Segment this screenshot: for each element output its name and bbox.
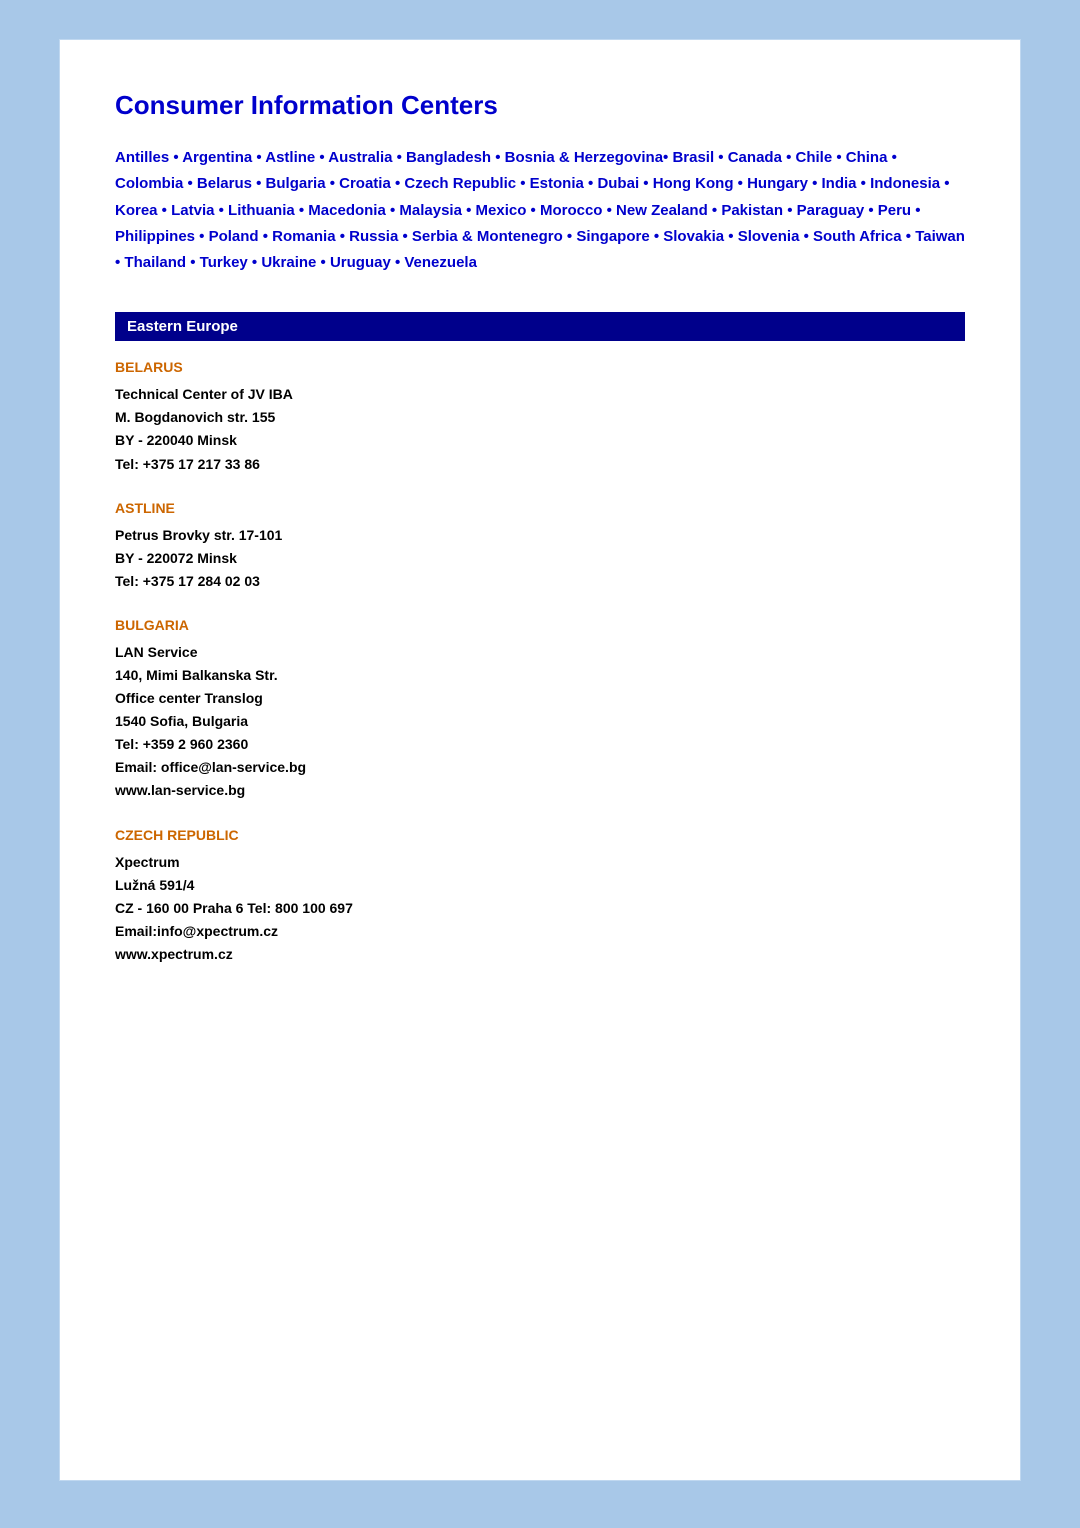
- country-info-belarus: Technical Center of JV IBAM. Bogdanovich…: [115, 383, 965, 475]
- country-info-czech-republic: XpectrumLužná 591/4CZ - 160 00 Praha 6 T…: [115, 851, 965, 966]
- country-block-belarus: BELARUS Technical Center of JV IBAM. Bogd…: [115, 359, 965, 475]
- country-name-belarus: BELARUS: [115, 359, 965, 375]
- country-info-astline: Petrus Brovky str. 17-101BY - 220072 Min…: [115, 524, 965, 593]
- page-title: Consumer Information Centers: [115, 90, 965, 121]
- country-name-czech-republic: CZECH REPUBLIC: [115, 827, 965, 843]
- country-block-czech-republic: CZECH REPUBLIC XpectrumLužná 591/4CZ - 16…: [115, 827, 965, 966]
- country-name-astline: ASTLINE: [115, 500, 965, 516]
- country-block-bulgaria: BULGARIA LAN Service140, Mimi Balkanska S…: [115, 617, 965, 803]
- country-links: Antilles • Argentina • Astline • Austral…: [115, 145, 965, 276]
- countries-container: BELARUS Technical Center of JV IBAM. Bogd…: [115, 359, 965, 966]
- country-name-bulgaria: BULGARIA: [115, 617, 965, 633]
- country-block-astline: ASTLINE Petrus Brovky str. 17-101BY - 220…: [115, 500, 965, 593]
- country-info-bulgaria: LAN Service140, Mimi Balkanska Str.Offic…: [115, 641, 965, 803]
- section-header: Eastern Europe: [115, 312, 965, 341]
- page-container: Consumer Information Centers Antilles • …: [60, 40, 1020, 1480]
